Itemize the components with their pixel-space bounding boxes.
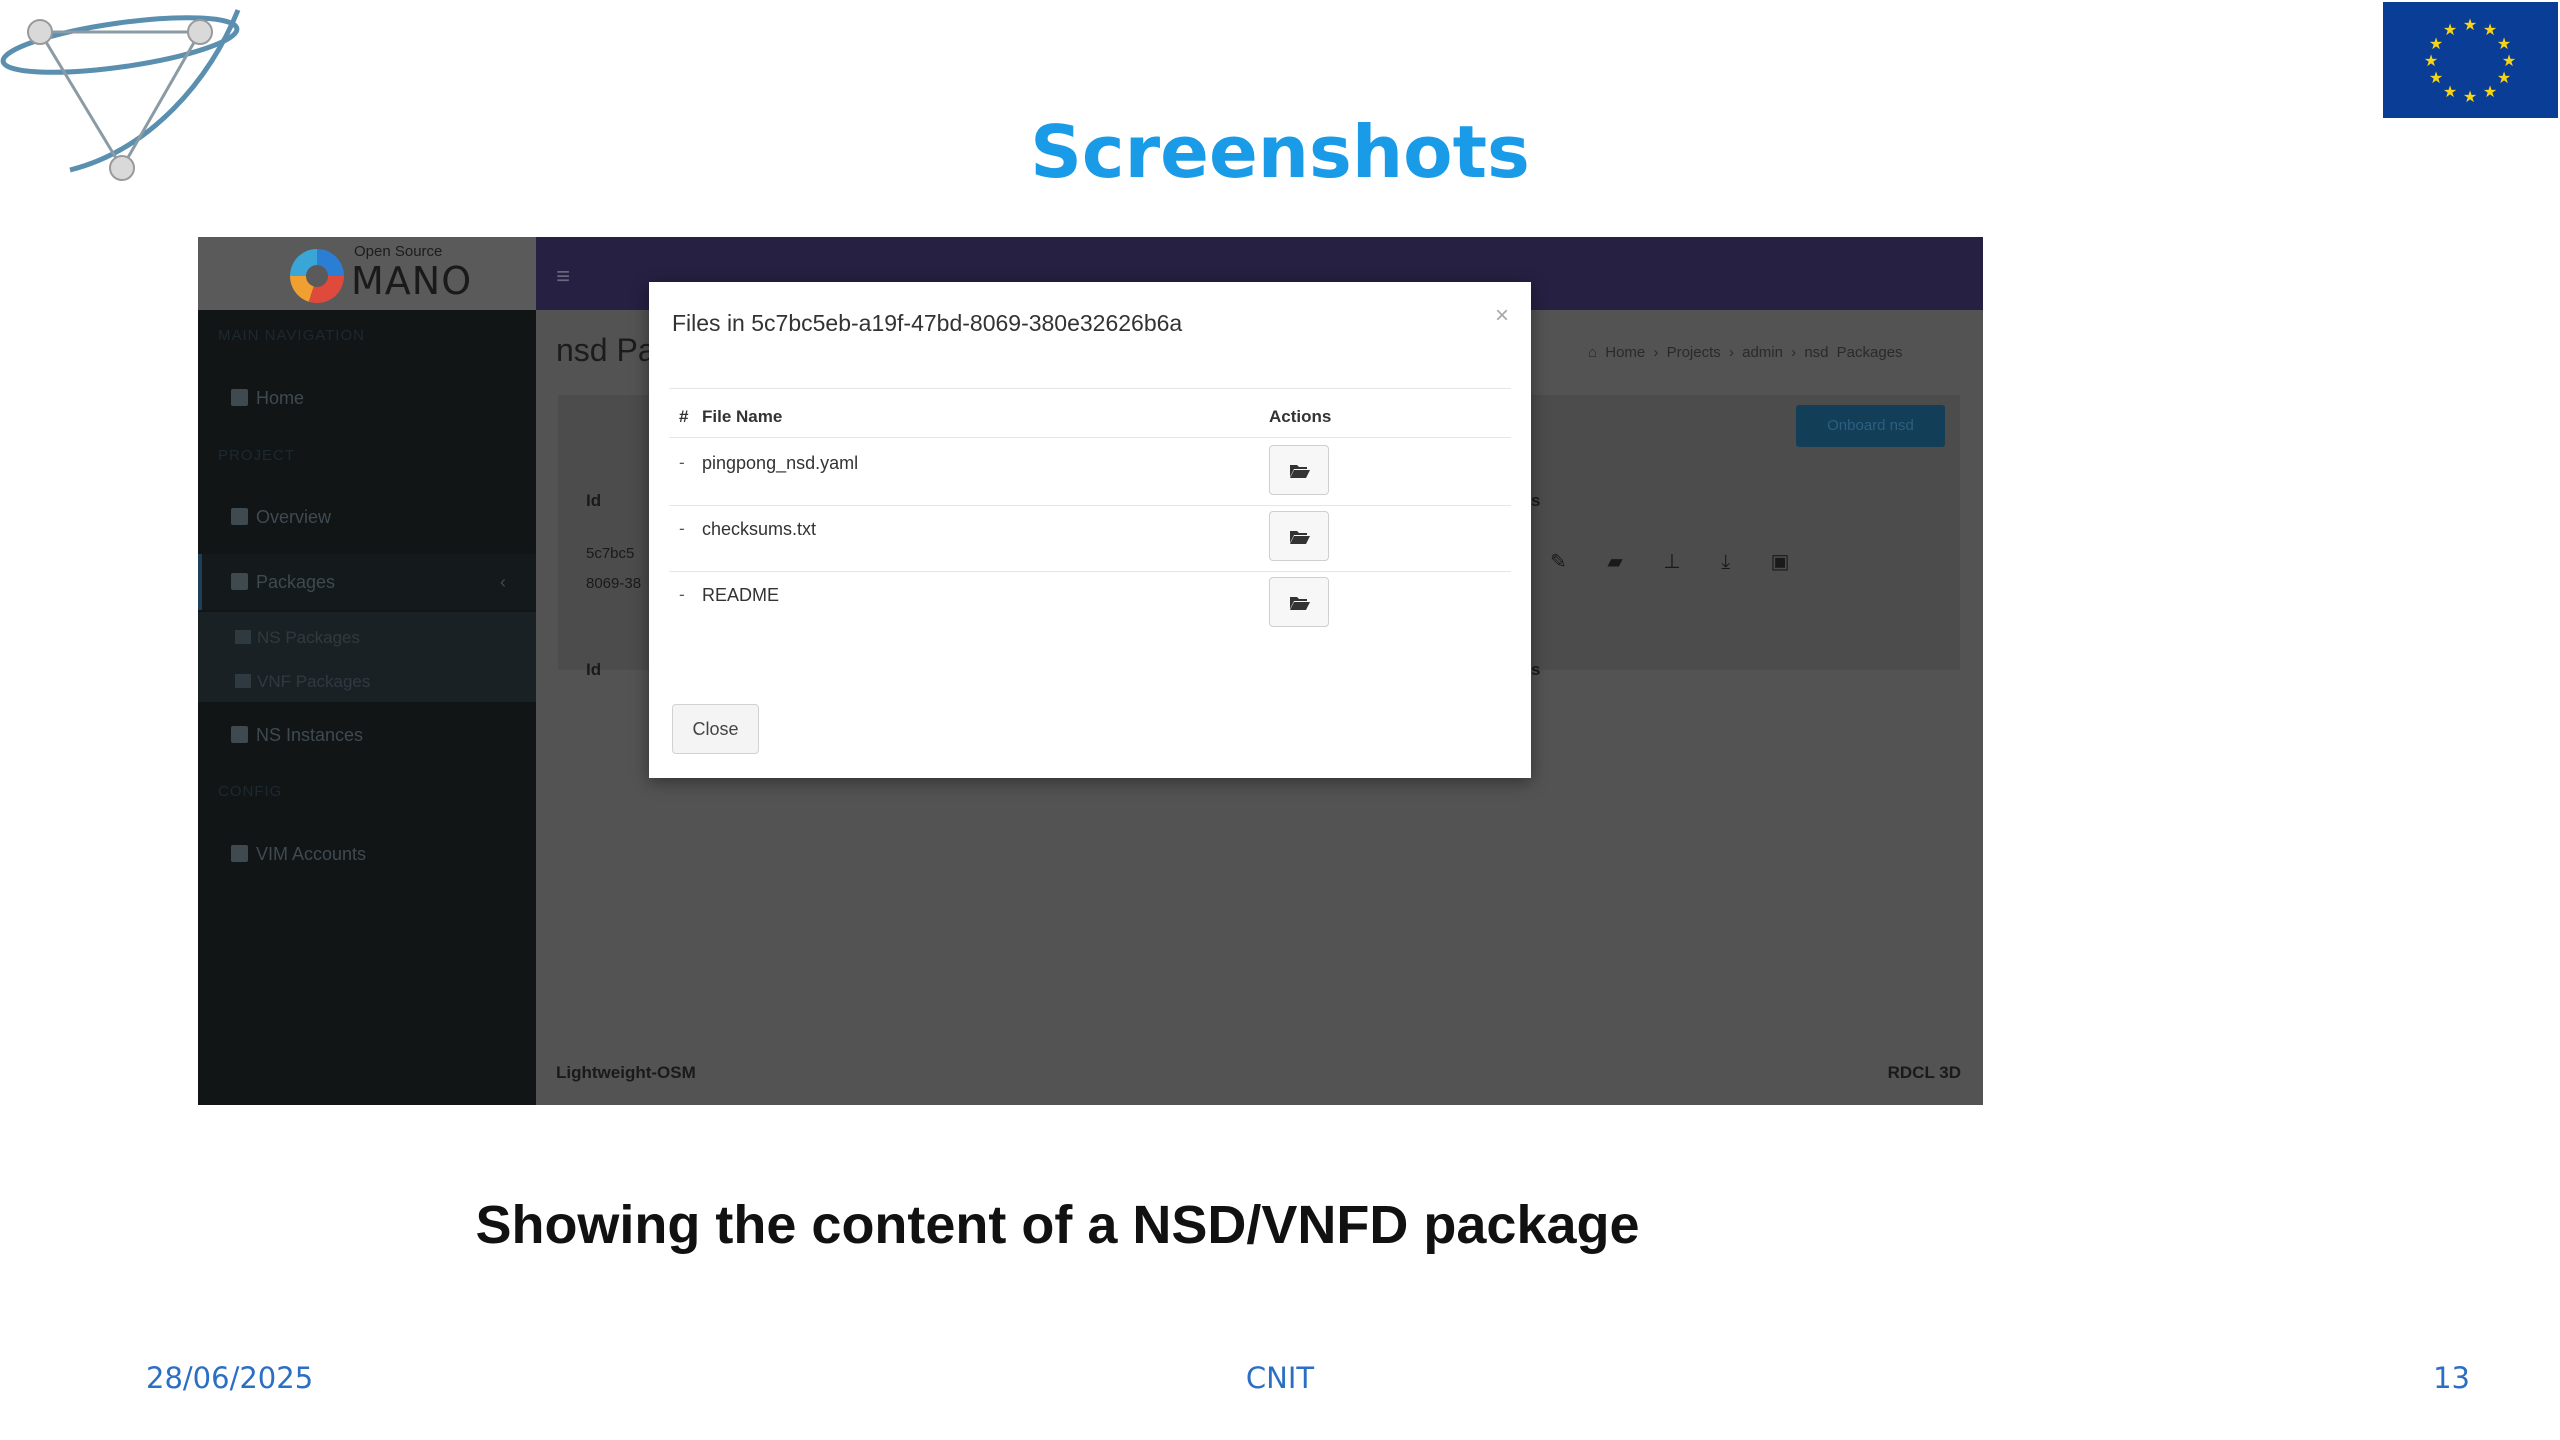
svg-text:★: ★ <box>2429 34 2443 53</box>
box-icon <box>231 573 248 590</box>
divider <box>669 437 1511 438</box>
sidebar-subitem-label: VNF Packages <box>257 672 371 691</box>
file-row: - checksums.txt <box>669 505 1511 571</box>
footer-framework: RDCL 3D <box>1887 1063 1961 1082</box>
sidebar-item-home[interactable]: Home <box>198 370 536 426</box>
table-header-fragment: s <box>1531 491 1541 510</box>
home-icon <box>231 389 248 406</box>
onboard-nsd-button[interactable]: Onboard nsd <box>1796 405 1945 447</box>
footer-app-name: Lightweight-OSM <box>556 1063 696 1082</box>
hamburger-menu-icon[interactable]: ≡ <box>556 263 570 291</box>
table-cell-id: 8069-38 <box>586 575 642 592</box>
column-header-index: # <box>679 407 689 426</box>
svg-text:★: ★ <box>2429 68 2443 87</box>
svg-text:★: ★ <box>2463 15 2477 34</box>
sidebar-section-config: Config <box>218 783 283 800</box>
folder-open-icon <box>1290 465 1310 478</box>
file-name: pingpong_nsd.yaml <box>702 453 859 473</box>
trash-icon[interactable]: ▣ <box>1771 549 1790 574</box>
sidebar-item-overview[interactable]: Overview <box>198 489 536 545</box>
sidebar-section-project: PROJECT <box>218 447 296 464</box>
brand-tagline: Open Source <box>354 243 443 260</box>
box-icon <box>235 630 251 644</box>
svg-text:★: ★ <box>2483 82 2497 101</box>
sidebar-subitem-ns-packages[interactable]: NS Packages <box>235 628 360 648</box>
file-name: checksums.txt <box>702 519 817 539</box>
sidebar-item-label: Home <box>256 388 305 408</box>
osm-logo-icon <box>290 249 344 303</box>
page-heading: nsd Pa <box>556 332 656 368</box>
eu-flag-icon: ★ ★ ★ ★ ★ ★ ★ ★ ★ ★ ★ ★ <box>2383 2 2558 118</box>
column-header-file-name: File Name <box>702 407 783 426</box>
sidebar-subitem-label: NS Packages <box>257 628 360 647</box>
sidebar-item-packages[interactable]: Packages ‹ <box>198 554 536 610</box>
folder-open-icon[interactable]: ▰ <box>1607 549 1622 574</box>
sidebar-item-vim-accounts[interactable]: VIM Accounts <box>198 826 536 882</box>
modal-title: Files in 5c7bc5eb-a19f-47bd-8069-380e326… <box>672 310 1183 336</box>
table-header-id: Id <box>586 660 602 679</box>
home-icon: ⌂ <box>1588 344 1598 361</box>
chevron-left-icon: ‹ <box>500 572 506 592</box>
table-cell-id: 5c7bc5 <box>586 545 635 562</box>
sidebar-item-ns-instances[interactable]: NS Instances <box>198 707 536 763</box>
sidebar-item-label: Packages <box>256 572 336 592</box>
svg-text:★: ★ <box>2424 51 2438 70</box>
sitemap-icon[interactable]: ⊥ <box>1663 549 1680 574</box>
box-icon <box>235 674 251 688</box>
open-file-button[interactable] <box>1269 445 1329 495</box>
file-row: - pingpong_nsd.yaml <box>669 439 1511 505</box>
slide-title: Screenshots <box>1030 110 1530 194</box>
column-header-actions: Actions <box>1269 407 1332 426</box>
breadcrumb-admin[interactable]: admin <box>1742 344 1783 361</box>
sidebar-item-label: NS Instances <box>256 725 364 745</box>
close-button[interactable]: Close <box>672 704 759 754</box>
file-index: - <box>679 585 685 604</box>
app-screenshot: Open Source MANO MAIN NAVIGATION Home PR… <box>198 237 1983 1105</box>
breadcrumb: ⌂ Home › Projects › admin › nsd Packages <box>1588 344 1903 361</box>
brand-name: MANO <box>351 259 473 303</box>
footer-organization: CNIT <box>1245 1361 1315 1395</box>
packages-submenu: NS Packages VNF Packages <box>198 612 536 702</box>
footer-page-number: 13 <box>2433 1361 2470 1395</box>
breadcrumb-home[interactable]: Home <box>1605 344 1645 361</box>
table-header-fragment: s <box>1531 660 1541 679</box>
file-index: - <box>679 453 685 472</box>
open-file-button[interactable] <box>1269 511 1329 561</box>
svg-text:★: ★ <box>2443 82 2457 101</box>
file-name: README <box>702 585 780 605</box>
brand[interactable]: Open Source MANO <box>198 237 536 310</box>
table-header-id: Id <box>586 491 602 510</box>
row-actions: ✎ ▰ ⊥ ⤓ ▣ <box>1550 549 1825 574</box>
breadcrumb-projects[interactable]: Projects <box>1667 344 1721 361</box>
svg-text:★: ★ <box>2483 20 2497 39</box>
download-icon[interactable]: ⤓ <box>1721 551 1730 574</box>
svg-text:★: ★ <box>2497 68 2511 87</box>
sidebar-section-main: MAIN NAVIGATION <box>218 327 365 344</box>
file-index: - <box>679 519 685 538</box>
sidebar-item-label: VIM Accounts <box>256 844 367 864</box>
close-icon[interactable]: × <box>1495 302 1509 330</box>
breadcrumb-nsd-packages: nsd Packages <box>1804 344 1903 361</box>
edit-icon[interactable]: ✎ <box>1550 549 1567 574</box>
folder-open-icon <box>1290 531 1310 544</box>
open-file-button[interactable] <box>1269 577 1329 627</box>
divider <box>669 388 1511 389</box>
svg-text:★: ★ <box>2443 20 2457 39</box>
list-icon <box>231 726 248 743</box>
file-icon <box>231 508 248 525</box>
app-footer: Lightweight-OSM RDCL 3D <box>536 1043 1983 1105</box>
file-row: - README <box>669 571 1511 637</box>
files-modal: Files in 5c7bc5eb-a19f-47bd-8069-380e326… <box>649 282 1531 778</box>
slide-caption: Showing the content of a NSD/VNFD packag… <box>475 1195 1640 1255</box>
sidebar-subitem-vnf-packages[interactable]: VNF Packages <box>235 672 370 692</box>
list-icon <box>231 845 248 862</box>
sidebar-item-label: Overview <box>256 507 332 527</box>
app-sidebar: Open Source MANO MAIN NAVIGATION Home PR… <box>198 237 536 1105</box>
folder-open-icon <box>1290 597 1310 610</box>
